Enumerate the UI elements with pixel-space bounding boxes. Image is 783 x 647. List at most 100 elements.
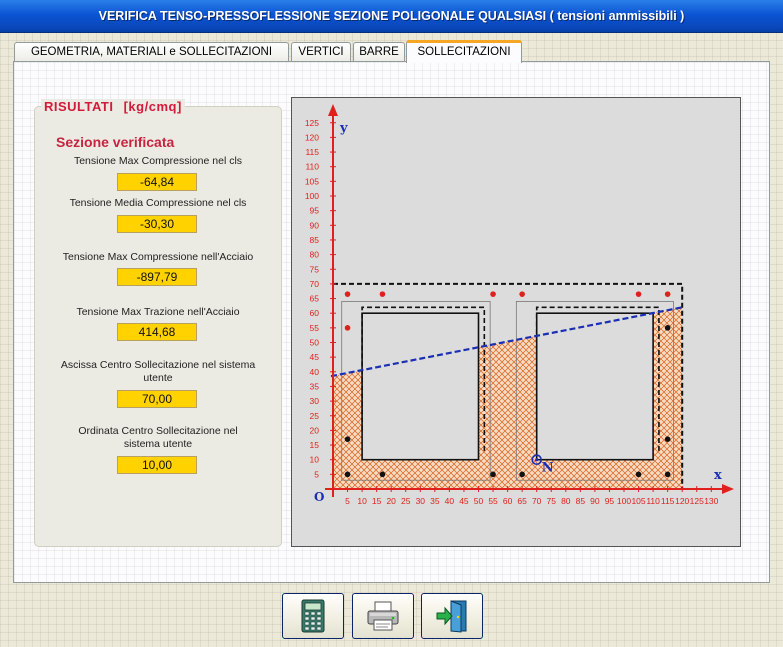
x-tick-label: 130 bbox=[704, 496, 718, 506]
x-tick-label: 15 bbox=[372, 496, 382, 506]
calculator-icon bbox=[301, 599, 325, 633]
max-compression-steel-label: Tensione Max Compressione nell'Acciaio bbox=[62, 251, 254, 263]
load-center-x-label: Ascissa Centro Sollecitazione nel sistem… bbox=[60, 359, 256, 384]
y-tick-label: 120 bbox=[305, 132, 319, 142]
x-tick-label: 5 bbox=[345, 496, 350, 506]
tab-barre[interactable]: BARRE bbox=[353, 42, 405, 62]
max-tension-steel-value: 414,68 bbox=[117, 323, 197, 341]
y-tick-label: 25 bbox=[310, 411, 320, 421]
results-group: RISULTATI [kg/cmq] Sezione verificata Te… bbox=[34, 99, 282, 547]
x-tick-label: 30 bbox=[416, 496, 426, 506]
x-tick-label: 125 bbox=[690, 496, 704, 506]
y-tick-label: 100 bbox=[305, 191, 319, 201]
mean-compression-cls-label: Tensione Media Compressione nel cls bbox=[69, 197, 247, 209]
exit-door-icon bbox=[436, 600, 467, 633]
rebar-tensioned bbox=[664, 325, 671, 331]
rebar-compressed bbox=[344, 325, 351, 331]
y-tick-label: 35 bbox=[310, 381, 320, 391]
y-tick-label: 125 bbox=[305, 118, 319, 128]
x-axis-arrow bbox=[722, 484, 734, 494]
rebar-tensioned bbox=[344, 436, 351, 442]
y-tick-label: 80 bbox=[310, 250, 320, 260]
x-tick-label: 65 bbox=[517, 496, 527, 506]
x-tick-label: 105 bbox=[631, 496, 645, 506]
y-tick-label: 15 bbox=[310, 440, 320, 450]
results-title: RISULTATI [kg/cmq] bbox=[41, 99, 185, 114]
tab-geometria[interactable]: GEOMETRIA, MATERIALI e SOLLECITAZIONI bbox=[14, 42, 289, 62]
y-tick-label: 50 bbox=[310, 338, 320, 348]
print-button[interactable] bbox=[352, 593, 414, 639]
y-tick-label: 110 bbox=[305, 162, 319, 172]
mean-compression-cls-value: -30,30 bbox=[117, 215, 197, 233]
calculate-button[interactable] bbox=[282, 593, 344, 639]
tab-panel-sollecitazioni: RISULTATI [kg/cmq] Sezione verificata Te… bbox=[13, 61, 770, 583]
max-compression-cls-label: Tensione Max Compressione nel cls bbox=[73, 155, 243, 167]
x-tick-label: 40 bbox=[445, 496, 455, 506]
rebar-tensioned bbox=[519, 471, 525, 478]
x-tick-label: 60 bbox=[503, 496, 513, 506]
max-tension-steel-label: Tensione Max Trazione nell'Acciaio bbox=[76, 306, 240, 318]
rebar-tensioned bbox=[664, 471, 671, 478]
x-tick-label: 45 bbox=[459, 496, 469, 506]
rebar-tensioned bbox=[635, 471, 642, 478]
rebar-tensioned bbox=[379, 471, 386, 478]
y-tick-label: 55 bbox=[310, 323, 320, 333]
x-tick-label: 25 bbox=[401, 496, 411, 506]
y-tick-label: 65 bbox=[310, 294, 320, 304]
rebar-tensioned bbox=[490, 471, 496, 478]
x-tick-label: 55 bbox=[488, 496, 498, 506]
x-tick-label: 75 bbox=[547, 496, 557, 506]
x-axis-label: x bbox=[714, 468, 722, 483]
y-tick-label: 85 bbox=[310, 235, 320, 245]
x-tick-label: 120 bbox=[675, 496, 689, 506]
y-tick-label: 95 bbox=[310, 206, 320, 216]
x-tick-label: 20 bbox=[386, 496, 396, 506]
y-tick-label: 45 bbox=[310, 352, 320, 362]
command-bar bbox=[282, 593, 483, 639]
rebar-compressed bbox=[490, 291, 496, 297]
exit-button[interactable] bbox=[421, 593, 483, 639]
section-plot: 5 10 15 20 25 30 35 40 45 50 55 60 65 70 75 80 85 90 95 100… bbox=[305, 104, 734, 506]
load-point-center bbox=[535, 458, 539, 462]
max-compression-steel-value: -897,79 bbox=[117, 268, 197, 286]
y-tick-label: 20 bbox=[310, 425, 320, 435]
y-tick-label: 10 bbox=[310, 455, 320, 465]
y-tick-label: 90 bbox=[310, 220, 320, 230]
rebar-compressed bbox=[519, 291, 525, 297]
x-tick-label: 110 bbox=[646, 496, 660, 506]
x-tick-label: 10 bbox=[357, 496, 367, 506]
origin-label: O bbox=[314, 490, 324, 504]
x-tick-label: 90 bbox=[590, 496, 600, 506]
y-axis-label: y bbox=[339, 121, 348, 136]
x-tick-label: 95 bbox=[605, 496, 615, 506]
x-tick-label: 50 bbox=[474, 496, 484, 506]
x-tick-label: 85 bbox=[576, 496, 586, 506]
y-tick-label: 115 bbox=[305, 147, 319, 157]
rebar-compressed bbox=[379, 291, 386, 297]
tab-sollecitazioni[interactable]: SOLLECITAZIONI bbox=[406, 40, 522, 63]
rebar-tensioned bbox=[344, 471, 351, 478]
x-tick-label: 80 bbox=[561, 496, 571, 506]
y-tick-label: 40 bbox=[310, 367, 320, 377]
verification-status: Sezione verificata bbox=[56, 134, 175, 150]
y-tick-label: 30 bbox=[310, 396, 320, 406]
x-tick-label: 35 bbox=[430, 496, 440, 506]
y-tick-label: 105 bbox=[305, 176, 319, 186]
load-point-label: N bbox=[542, 461, 554, 476]
void-1 bbox=[361, 312, 480, 461]
y-tick-label: 60 bbox=[310, 308, 320, 318]
x-tick-label: 100 bbox=[617, 496, 631, 506]
rebar-tensioned bbox=[664, 436, 671, 442]
rebar-compressed bbox=[635, 291, 642, 297]
load-center-x-value: 70,00 bbox=[117, 390, 197, 408]
section-diagram: 5 10 15 20 25 30 35 40 45 50 55 60 65 70 75 80 85 90 95 100… bbox=[291, 97, 741, 547]
load-center-y-label: Ordinata Centro Sollecitazione nel siste… bbox=[78, 425, 238, 450]
void-2 bbox=[535, 312, 654, 461]
y-tick-label: 5 bbox=[314, 469, 319, 479]
load-center-y-value: 10,00 bbox=[117, 456, 197, 474]
y-tick-label: 70 bbox=[310, 279, 320, 289]
tab-vertici[interactable]: VERTICI bbox=[291, 42, 351, 62]
rebar-compressed bbox=[664, 291, 671, 297]
window-title: VERIFICA TENSO-PRESSOFLESSIONE SEZIONE P… bbox=[0, 0, 783, 33]
y-tick-label: 75 bbox=[310, 264, 320, 274]
